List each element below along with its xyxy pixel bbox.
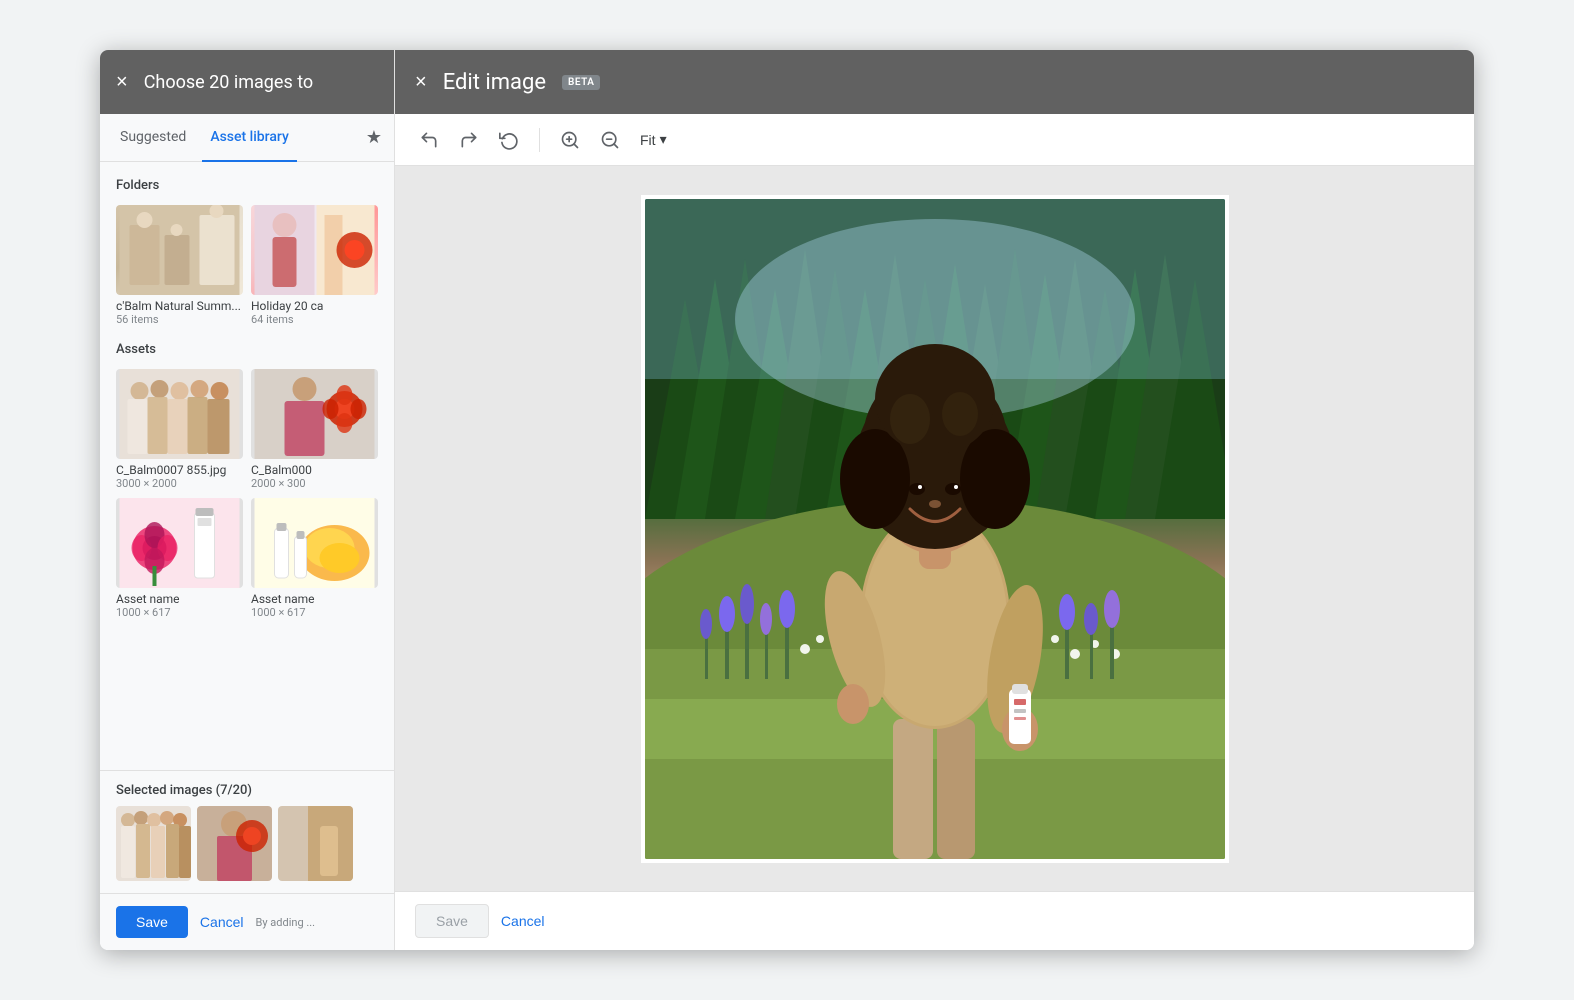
right-save-button[interactable]: Save xyxy=(415,904,489,938)
left-content: Folders xyxy=(100,162,394,770)
redo-button[interactable] xyxy=(451,122,487,158)
folder-count-balm: 56 items xyxy=(116,313,243,326)
asset-dims-2: 1000 × 617 xyxy=(116,606,243,619)
modal-container: × Choose 20 images to Suggested Asset li… xyxy=(100,50,1474,950)
asset-dims-3: 1000 × 617 xyxy=(251,606,378,619)
folder-name-holiday: Holiday 20 ca xyxy=(251,299,378,313)
left-save-button[interactable]: Save xyxy=(116,906,188,938)
folder-name-balm: c'Balm Natural Summ... xyxy=(116,299,243,313)
assets-grid: C_Balm0007 855.jpg 3000 × 2000 xyxy=(116,369,378,619)
selected-thumb-1[interactable] xyxy=(197,806,272,881)
right-header: × Edit image BETA xyxy=(395,50,1474,114)
asset-dims-0: 3000 × 2000 xyxy=(116,477,243,490)
dropdown-icon: ▾ xyxy=(660,131,667,148)
folders-grid: c'Balm Natural Summ... 56 items xyxy=(116,205,378,326)
asset-thumb-3 xyxy=(251,498,378,588)
fit-dropdown[interactable]: Fit ▾ xyxy=(632,127,675,152)
reset-button[interactable] xyxy=(491,122,527,158)
folders-section-title: Folders xyxy=(116,178,378,193)
footer-note: By adding ... xyxy=(256,916,316,929)
asset-item-1[interactable]: C_Balm000 2000 × 300 xyxy=(251,369,378,490)
asset-name-2: Asset name xyxy=(116,592,243,606)
main-image xyxy=(645,199,1225,859)
folder-image-balm xyxy=(116,205,243,295)
asset-name-0: C_Balm0007 855.jpg xyxy=(116,463,243,477)
left-panel: × Choose 20 images to Suggested Asset li… xyxy=(100,50,395,950)
right-close-button[interactable]: × xyxy=(415,71,427,94)
selected-thumb-0[interactable] xyxy=(116,806,191,881)
left-close-button[interactable]: × xyxy=(116,71,128,94)
assets-section-title: Assets xyxy=(116,342,378,357)
toolbar: Fit ▾ xyxy=(395,114,1474,166)
beta-badge: BETA xyxy=(562,75,600,90)
left-footer: Save Cancel By adding ... xyxy=(100,893,394,950)
folder-count-holiday: 64 items xyxy=(251,313,378,326)
right-panel: × Edit image BETA xyxy=(395,50,1474,950)
folder-image-holiday xyxy=(251,205,378,295)
fit-label: Fit xyxy=(640,132,656,148)
folder-thumb-holiday xyxy=(251,205,378,295)
selected-section: Selected images (7/20) xyxy=(100,770,394,893)
star-icon[interactable]: ★ xyxy=(366,127,382,148)
tabs-bar: Suggested Asset library ★ xyxy=(100,114,394,162)
selected-title: Selected images (7/20) xyxy=(116,783,378,798)
asset-thumb-2 xyxy=(116,498,243,588)
zoom-in-button[interactable] xyxy=(552,122,588,158)
tab-suggested[interactable]: Suggested xyxy=(112,114,194,162)
selected-grid xyxy=(116,806,378,881)
asset-name-1: C_Balm000 xyxy=(251,463,378,477)
asset-thumb-0 xyxy=(116,369,243,459)
zoom-out-button[interactable] xyxy=(592,122,628,158)
image-container xyxy=(641,195,1229,863)
asset-item-3[interactable]: Asset name 1000 × 617 xyxy=(251,498,378,619)
asset-item-0[interactable]: C_Balm0007 855.jpg 3000 × 2000 xyxy=(116,369,243,490)
asset-dims-1: 2000 × 300 xyxy=(251,477,378,490)
asset-name-3: Asset name xyxy=(251,592,378,606)
right-title: Edit image xyxy=(443,70,546,95)
folder-item-balm[interactable]: c'Balm Natural Summ... 56 items xyxy=(116,205,243,326)
left-title: Choose 20 images to xyxy=(144,72,314,93)
folder-thumb-balm xyxy=(116,205,243,295)
asset-item-2[interactable]: Asset name 1000 × 617 xyxy=(116,498,243,619)
tab-asset-library[interactable]: Asset library xyxy=(202,114,297,162)
asset-thumb-1 xyxy=(251,369,378,459)
toolbar-divider xyxy=(539,128,540,152)
undo-button[interactable] xyxy=(411,122,447,158)
image-area xyxy=(395,166,1474,891)
selected-thumb-2[interactable] xyxy=(278,806,353,881)
right-footer: Save Cancel xyxy=(395,891,1474,950)
folder-item-holiday[interactable]: Holiday 20 ca 64 items xyxy=(251,205,378,326)
left-header: × Choose 20 images to xyxy=(100,50,394,114)
right-cancel-button[interactable]: Cancel xyxy=(501,913,545,929)
left-cancel-button[interactable]: Cancel xyxy=(200,914,244,930)
